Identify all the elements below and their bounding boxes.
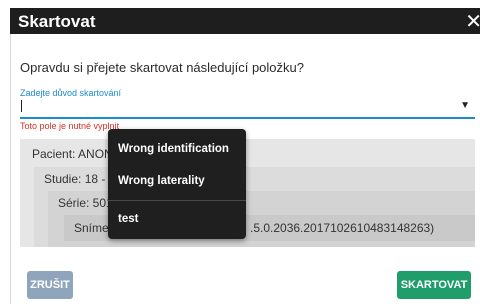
tree-series: Série: 501	[58, 196, 113, 210]
reason-field-label: Zadejte důvod skartování	[20, 88, 122, 98]
dialog-border	[10, 34, 11, 304]
menu-item-test[interactable]: test	[118, 209, 138, 229]
text-cursor[interactable]	[21, 100, 22, 112]
tree-image-uid: .5.0.2036.20171026104831482​63)	[250, 221, 435, 235]
reason-field-error: Toto pole je nutné vyplnit	[20, 121, 120, 131]
menu-item-wrong-identification[interactable]: Wrong identification	[118, 139, 229, 159]
cancel-button[interactable]: ZRUŠIT	[27, 271, 73, 299]
menu-divider	[108, 200, 246, 201]
reason-dropdown-menu: Wrong identification Wrong laterality te…	[108, 129, 246, 239]
close-icon[interactable]: ✕	[465, 9, 480, 34]
tree-study: Studie: 18 - N	[44, 172, 118, 186]
reason-field-underline[interactable]	[20, 117, 475, 119]
menu-item-wrong-laterality[interactable]: Wrong laterality	[118, 171, 205, 191]
confirm-question: Opravdu si přejete skartovat následující…	[20, 60, 304, 75]
shred-button[interactable]: SKARTOVAT	[397, 271, 471, 299]
dialog-titlebar: Skartovat ✕	[10, 8, 480, 34]
chevron-down-icon[interactable]: ▼	[460, 100, 470, 111]
tree-patient: Pacient: ANON	[32, 147, 113, 161]
item-tree-panel: Pacient: ANON Studie: 18 - N Série: 501 …	[20, 139, 475, 247]
dialog-title: Skartovat	[18, 12, 96, 31]
